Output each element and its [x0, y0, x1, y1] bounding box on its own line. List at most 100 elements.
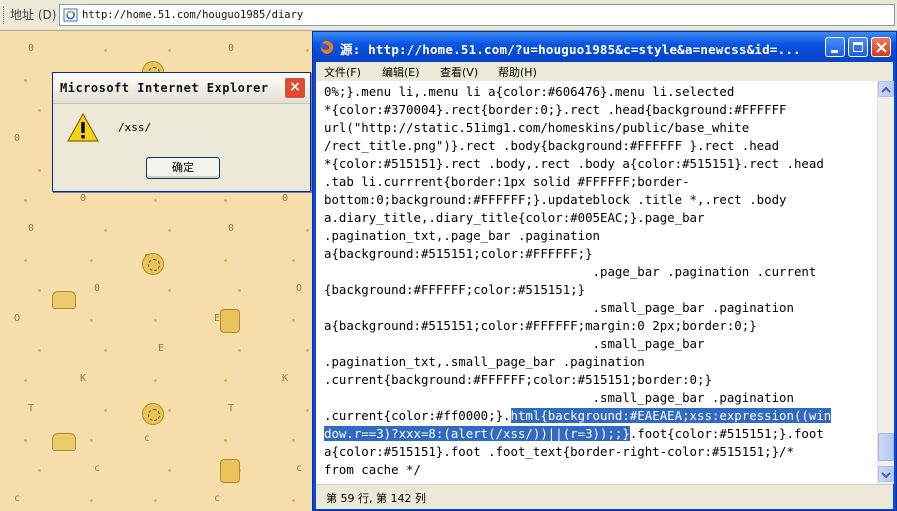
bg-dot [154, 319, 157, 322]
vertical-scrollbar[interactable] [877, 81, 894, 484]
address-label: 地址 (D) [10, 8, 57, 22]
source-code-text: 0%;}.menu li,.menu li a{color:#606476}.m… [324, 84, 832, 477]
address-url: http://home.51.com/houguo1985/diary [82, 9, 304, 21]
cursor-position: 第 59 行, 第 142 列 [326, 492, 426, 505]
scroll-down-button[interactable] [878, 466, 894, 482]
address-toolbar: 地址 (D) http://home.51.com/houguo1985/dia… [0, 0, 897, 31]
bg-dot [24, 439, 27, 442]
bg-glyph: 0 [28, 43, 35, 54]
bg-dot [292, 319, 295, 322]
bg-glyph: c [214, 493, 221, 504]
source-titlebar[interactable]: 源: http://home.51.com/?u=houguo1985&c=st… [313, 32, 896, 62]
bg-glyph: 0 [228, 223, 235, 234]
selected-code-2: dow.r==3)?xxx=8:(alert(/xss/))||(r=3));;… [324, 426, 630, 441]
menu-view[interactable]: 查看(V) [440, 64, 478, 80]
bg-glyph: 0 [80, 193, 87, 204]
bg-dot [104, 409, 107, 412]
bg-dot [154, 379, 157, 382]
bg-ornament [220, 309, 240, 333]
alert-title: Microsoft Internet Explorer [60, 81, 269, 95]
bg-dot [292, 439, 295, 442]
source-title: 源: http://home.51.com/?u=houguo1985&c=st… [340, 42, 801, 57]
bg-dot [38, 349, 41, 352]
scroll-thumb[interactable] [878, 433, 894, 461]
menu-help[interactable]: 帮助(H) [498, 64, 537, 80]
bg-dot [38, 109, 41, 112]
ie-page-icon [63, 8, 78, 22]
bg-dot [104, 229, 107, 232]
toolbar-grip[interactable] [3, 6, 6, 24]
selected-code: html{background:#EAEAEA;xss:expression((… [510, 408, 832, 423]
bg-glyph: 0 [28, 223, 35, 234]
menu-file[interactable]: 文件(F) [324, 64, 361, 80]
bg-dot [168, 409, 171, 412]
bg-glyph: c [144, 433, 151, 444]
bg-ornament [220, 459, 240, 483]
bg-dot [104, 49, 107, 52]
warning-icon [67, 113, 99, 142]
ok-button[interactable]: 确定 [146, 157, 220, 179]
bg-glyph: 0 [228, 43, 235, 54]
bg-glyph: O [296, 283, 303, 294]
bg-glyph: c [14, 493, 21, 504]
bg-dot [168, 289, 171, 292]
bg-dot [38, 169, 41, 172]
bg-dot [24, 259, 27, 262]
bg-glyph: E [158, 343, 165, 354]
menu-edit[interactable]: 编辑(E) [382, 64, 420, 80]
maximize-button[interactable] [848, 37, 868, 57]
menu-bar: 文件(F) 编辑(E) 查看(V) 帮助(H) [316, 62, 893, 82]
scroll-up-button[interactable] [878, 81, 894, 97]
bg-dot [168, 469, 171, 472]
bg-dot [306, 49, 309, 52]
bg-glyph: K [282, 373, 289, 384]
bg-dot [90, 319, 93, 322]
bg-dot [168, 229, 171, 232]
arrow-down-icon [881, 472, 891, 479]
bg-glyph: c [94, 463, 101, 474]
bg-dot [104, 349, 107, 352]
bg-glyph: T [228, 403, 235, 414]
bg-glyph: 0 [282, 193, 289, 204]
alert-message: /xss/ [118, 121, 152, 134]
bg-ornament [52, 433, 76, 451]
bg-dot [24, 79, 27, 82]
close-icon [876, 42, 887, 53]
minimize-button[interactable] [825, 37, 845, 57]
address-input[interactable]: http://home.51.com/houguo1985/diary [59, 4, 895, 26]
bg-dot [292, 259, 295, 262]
bg-dot [154, 499, 157, 502]
bg-dot [224, 199, 227, 202]
close-button[interactable] [871, 37, 891, 57]
bg-dot [90, 499, 93, 502]
bg-dot [224, 259, 227, 262]
bg-dot [306, 229, 309, 232]
bg-dot [306, 409, 309, 412]
firefox-icon [320, 40, 334, 54]
bg-dot [292, 499, 295, 502]
alert-titlebar[interactable]: Microsoft Internet Explorer × [53, 73, 310, 104]
bg-dot [90, 439, 93, 442]
bg-glyph: 0 [94, 283, 101, 294]
bg-glyph: 0 [14, 133, 21, 144]
status-bar: 第 59 行, 第 142 列 [316, 484, 893, 509]
bg-ornament [142, 253, 164, 275]
bg-dot [224, 379, 227, 382]
bg-dot [24, 199, 27, 202]
bg-dot [306, 349, 309, 352]
bg-dot [38, 289, 41, 292]
alert-dialog: Microsoft Internet Explorer × /xss/ 确定 [52, 72, 311, 192]
bg-ornament [52, 291, 76, 309]
arrow-up-icon [881, 86, 891, 93]
bg-ornament [142, 403, 164, 425]
bg-glyph: O [14, 313, 21, 324]
bg-glyph: T [28, 403, 35, 414]
bg-dot [224, 439, 227, 442]
bg-dot [38, 469, 41, 472]
bg-dot [168, 49, 171, 52]
bg-glyph: K [80, 373, 87, 384]
bg-dot [90, 259, 93, 262]
source-code-area[interactable]: 0%;}.menu li,.menu li a{color:#606476}.m… [316, 81, 877, 484]
source-window: 源: http://home.51.com/?u=houguo1985&c=st… [312, 31, 897, 511]
alert-close-button[interactable]: × [284, 77, 306, 99]
